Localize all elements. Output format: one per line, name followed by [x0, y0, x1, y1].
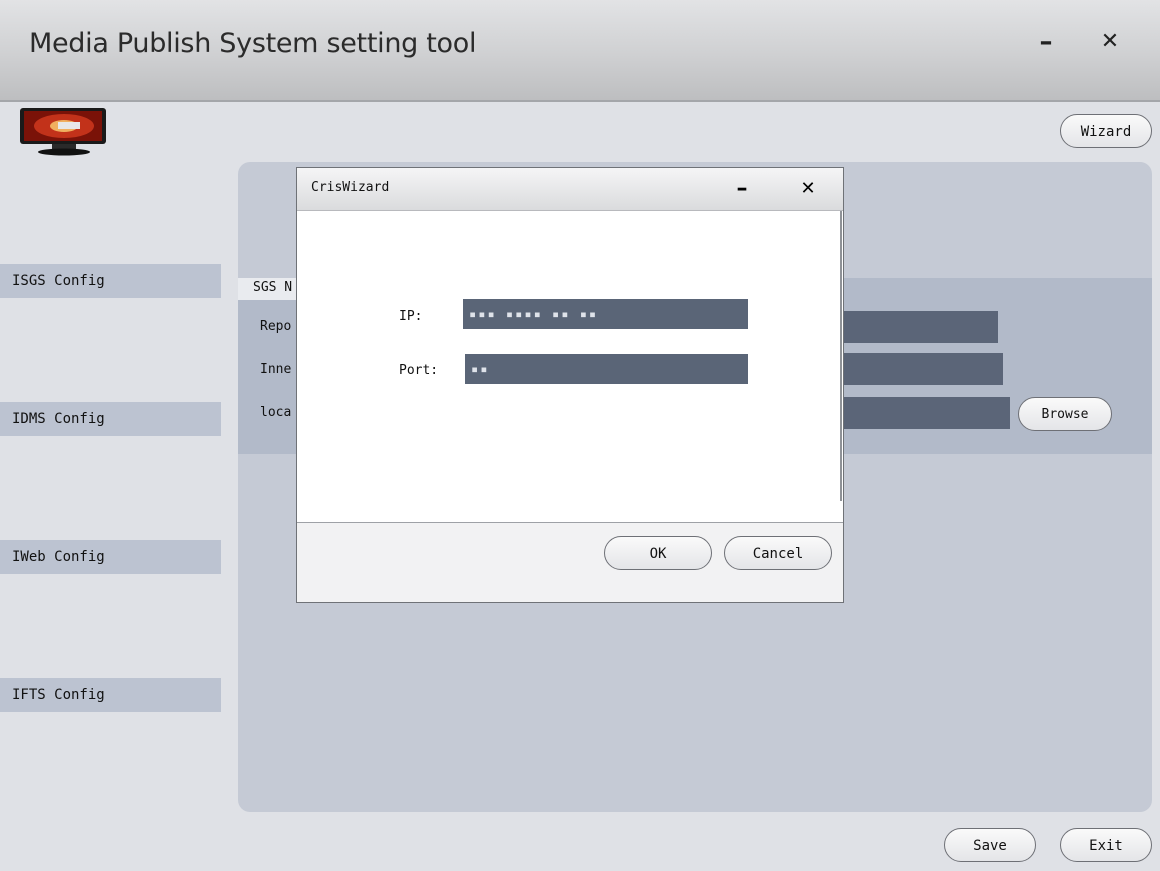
- ip-input[interactable]: ▪▪▪ ▪▪▪▪ ▪▪ ▪▪: [463, 299, 748, 329]
- browse-button[interactable]: Browse: [1018, 397, 1112, 431]
- monitor-logo-icon: [20, 108, 106, 156]
- close-icon[interactable]: ✕: [1090, 22, 1130, 62]
- sidebar-item-ifts-config[interactable]: IFTS Config: [0, 678, 221, 712]
- ok-button[interactable]: OK: [604, 536, 712, 570]
- title-bar: Media Publish System setting tool – ✕: [0, 0, 1160, 102]
- repo-input[interactable]: [844, 311, 998, 343]
- app-window: Media Publish System setting tool – ✕ Wi…: [0, 0, 1160, 871]
- sgs-group-label: SGS N: [253, 280, 293, 295]
- minimize-icon[interactable]: –: [1026, 22, 1066, 62]
- cancel-button[interactable]: Cancel: [724, 536, 832, 570]
- dialog-title: CrisWizard: [311, 180, 390, 195]
- app-title: Media Publish System setting tool: [29, 28, 477, 59]
- wizard-button[interactable]: Wizard: [1060, 114, 1152, 148]
- port-input[interactable]: ▪▪: [465, 354, 748, 384]
- cris-wizard-dialog: CrisWizard – ✕ IP: ▪▪▪ ▪▪▪▪ ▪▪ ▪▪ Port: …: [296, 167, 844, 603]
- ip-label: IP:: [399, 309, 423, 324]
- port-label: Port:: [399, 363, 439, 378]
- dialog-title-bar[interactable]: CrisWizard – ✕: [297, 168, 843, 211]
- sidebar-item-iweb-config[interactable]: IWeb Config: [0, 540, 221, 574]
- exit-button[interactable]: Exit: [1060, 828, 1152, 862]
- dialog-close-icon[interactable]: ✕: [793, 174, 823, 204]
- sidebar-item-isgs-config[interactable]: ISGS Config: [0, 264, 221, 298]
- inner-label: Inne: [260, 362, 292, 377]
- save-button[interactable]: Save: [944, 828, 1036, 862]
- dialog-minimize-icon[interactable]: –: [727, 174, 757, 204]
- dialog-body: IP: ▪▪▪ ▪▪▪▪ ▪▪ ▪▪ Port: ▪▪: [297, 211, 843, 522]
- sidebar-item-idms-config[interactable]: IDMS Config: [0, 402, 221, 436]
- dialog-scroll-edge: [840, 211, 842, 501]
- local-path-input[interactable]: [844, 397, 1010, 429]
- inner-input[interactable]: [844, 353, 1003, 385]
- local-label: loca: [260, 405, 292, 420]
- repo-label: Repo: [260, 319, 292, 334]
